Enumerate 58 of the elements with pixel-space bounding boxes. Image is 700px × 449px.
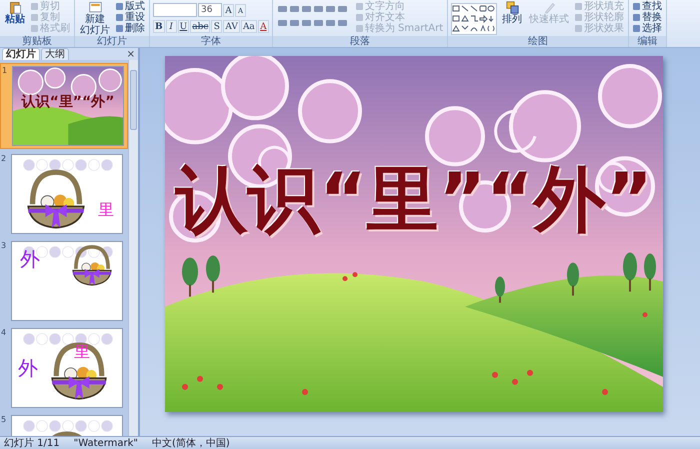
slide-character: 里 [98, 201, 114, 219]
ribbon-button[interactable]: 选择 [632, 23, 664, 34]
slide-number: 4 [1, 328, 8, 339]
ribbon-button[interactable]: 查找 [632, 1, 664, 12]
format-button[interactable]: A [258, 20, 269, 33]
format-button[interactable]: S [211, 20, 222, 33]
slide-row[interactable]: 4 外 里 [0, 326, 128, 410]
group-label: 字体 [150, 36, 272, 47]
status-text: 中文(简体，中国) [152, 438, 230, 448]
slide-character: 里 [74, 343, 90, 361]
slide-row[interactable]: 5 [0, 413, 128, 436]
paste-button[interactable]: 粘贴 [3, 1, 27, 25]
slide-icon [88, 1, 102, 14]
new-slide-button[interactable]: 新建 幻灯片 [78, 1, 112, 36]
slide-character: 外 [18, 359, 38, 377]
scrollbar[interactable] [128, 60, 138, 436]
slide-thumbnail[interactable]: 外 [11, 241, 123, 321]
close-button[interactable]: × [124, 49, 138, 60]
group-label: 编辑 [629, 36, 666, 47]
group-label: 幻灯片 [75, 36, 149, 47]
ribbon-button[interactable]: 重设 [115, 12, 146, 23]
format-button[interactable]: abc [190, 20, 210, 33]
slide-number: 5 [1, 415, 8, 426]
ribbon-button[interactable]: 版式 [115, 1, 146, 12]
slide-thumbnail[interactable]: 认识“里”“外” [12, 66, 124, 146]
format-button[interactable]: I [166, 20, 177, 33]
shapes-gallery-icon [451, 3, 498, 35]
group-label: 剪贴板 [0, 36, 74, 47]
font-size-field[interactable]: 36 [198, 3, 222, 17]
format-button[interactable]: U [178, 20, 190, 33]
font-resize-button[interactable]: A [223, 4, 234, 16]
clipboard-icon [8, 1, 22, 14]
format-button[interactable]: Aa [240, 20, 257, 33]
selected-slide-thumbnail[interactable]: 1 认识“里”“外” [0, 63, 128, 149]
pane-tab[interactable]: 幻灯片 [2, 48, 40, 60]
slide-title: 认识“里”“外” [20, 93, 116, 111]
slide-row[interactable]: 2 里 [0, 152, 128, 236]
slide-number: 3 [1, 241, 8, 252]
group-label: 绘图 [448, 36, 628, 47]
group-label: 段落 [272, 36, 448, 47]
ribbon-button[interactable]: 替换 [632, 12, 664, 23]
arrange-icon [506, 1, 519, 14]
slide-number: 2 [1, 154, 8, 165]
slide-character: 外 [20, 250, 40, 268]
basket-drawing [70, 244, 114, 288]
arrange-button[interactable]: 排列 [500, 1, 524, 25]
format-button[interactable]: B [153, 20, 165, 33]
ribbon-button[interactable]: 删除 [115, 23, 146, 34]
format-button[interactable]: AV [223, 20, 240, 33]
slide-title: 认识“里”“外” [174, 156, 654, 242]
status-text: "Watermark" [74, 438, 138, 448]
brush-icon [542, 1, 556, 14]
pane-tab[interactable]: 大纲 [41, 48, 69, 60]
slide-number: 1 [2, 66, 8, 77]
slide-thumbnail[interactable]: 外 里 [11, 328, 123, 408]
font-name-field[interactable] [153, 3, 197, 17]
slide-row[interactable]: 3 外 [0, 239, 128, 323]
status-text: 幻灯片 1/11 [4, 438, 60, 448]
